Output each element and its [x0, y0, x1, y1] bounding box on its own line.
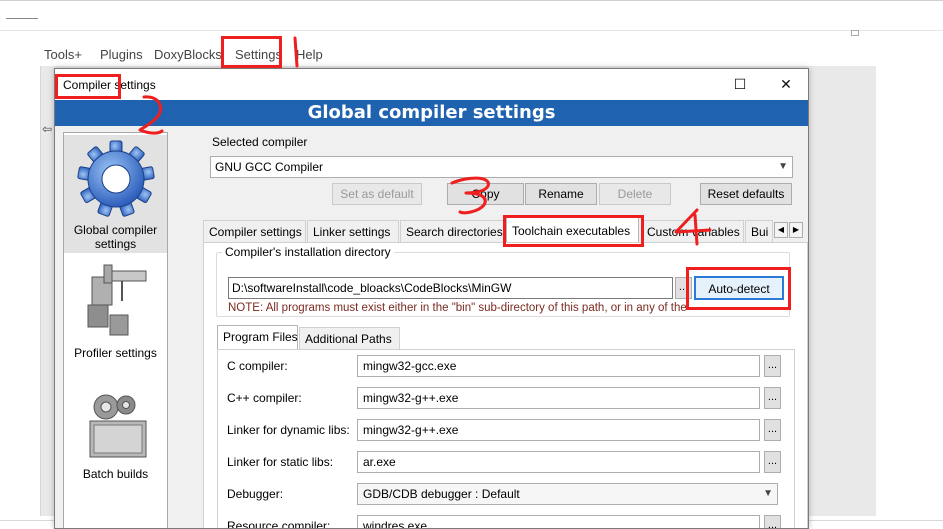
annotation-number-strokes — [138, 36, 712, 246]
annotation-digit-2 — [138, 95, 164, 135]
annotation-digit-1 — [293, 36, 299, 68]
annotation-digit-4 — [674, 208, 712, 246]
annotation-digit-3 — [450, 176, 490, 215]
